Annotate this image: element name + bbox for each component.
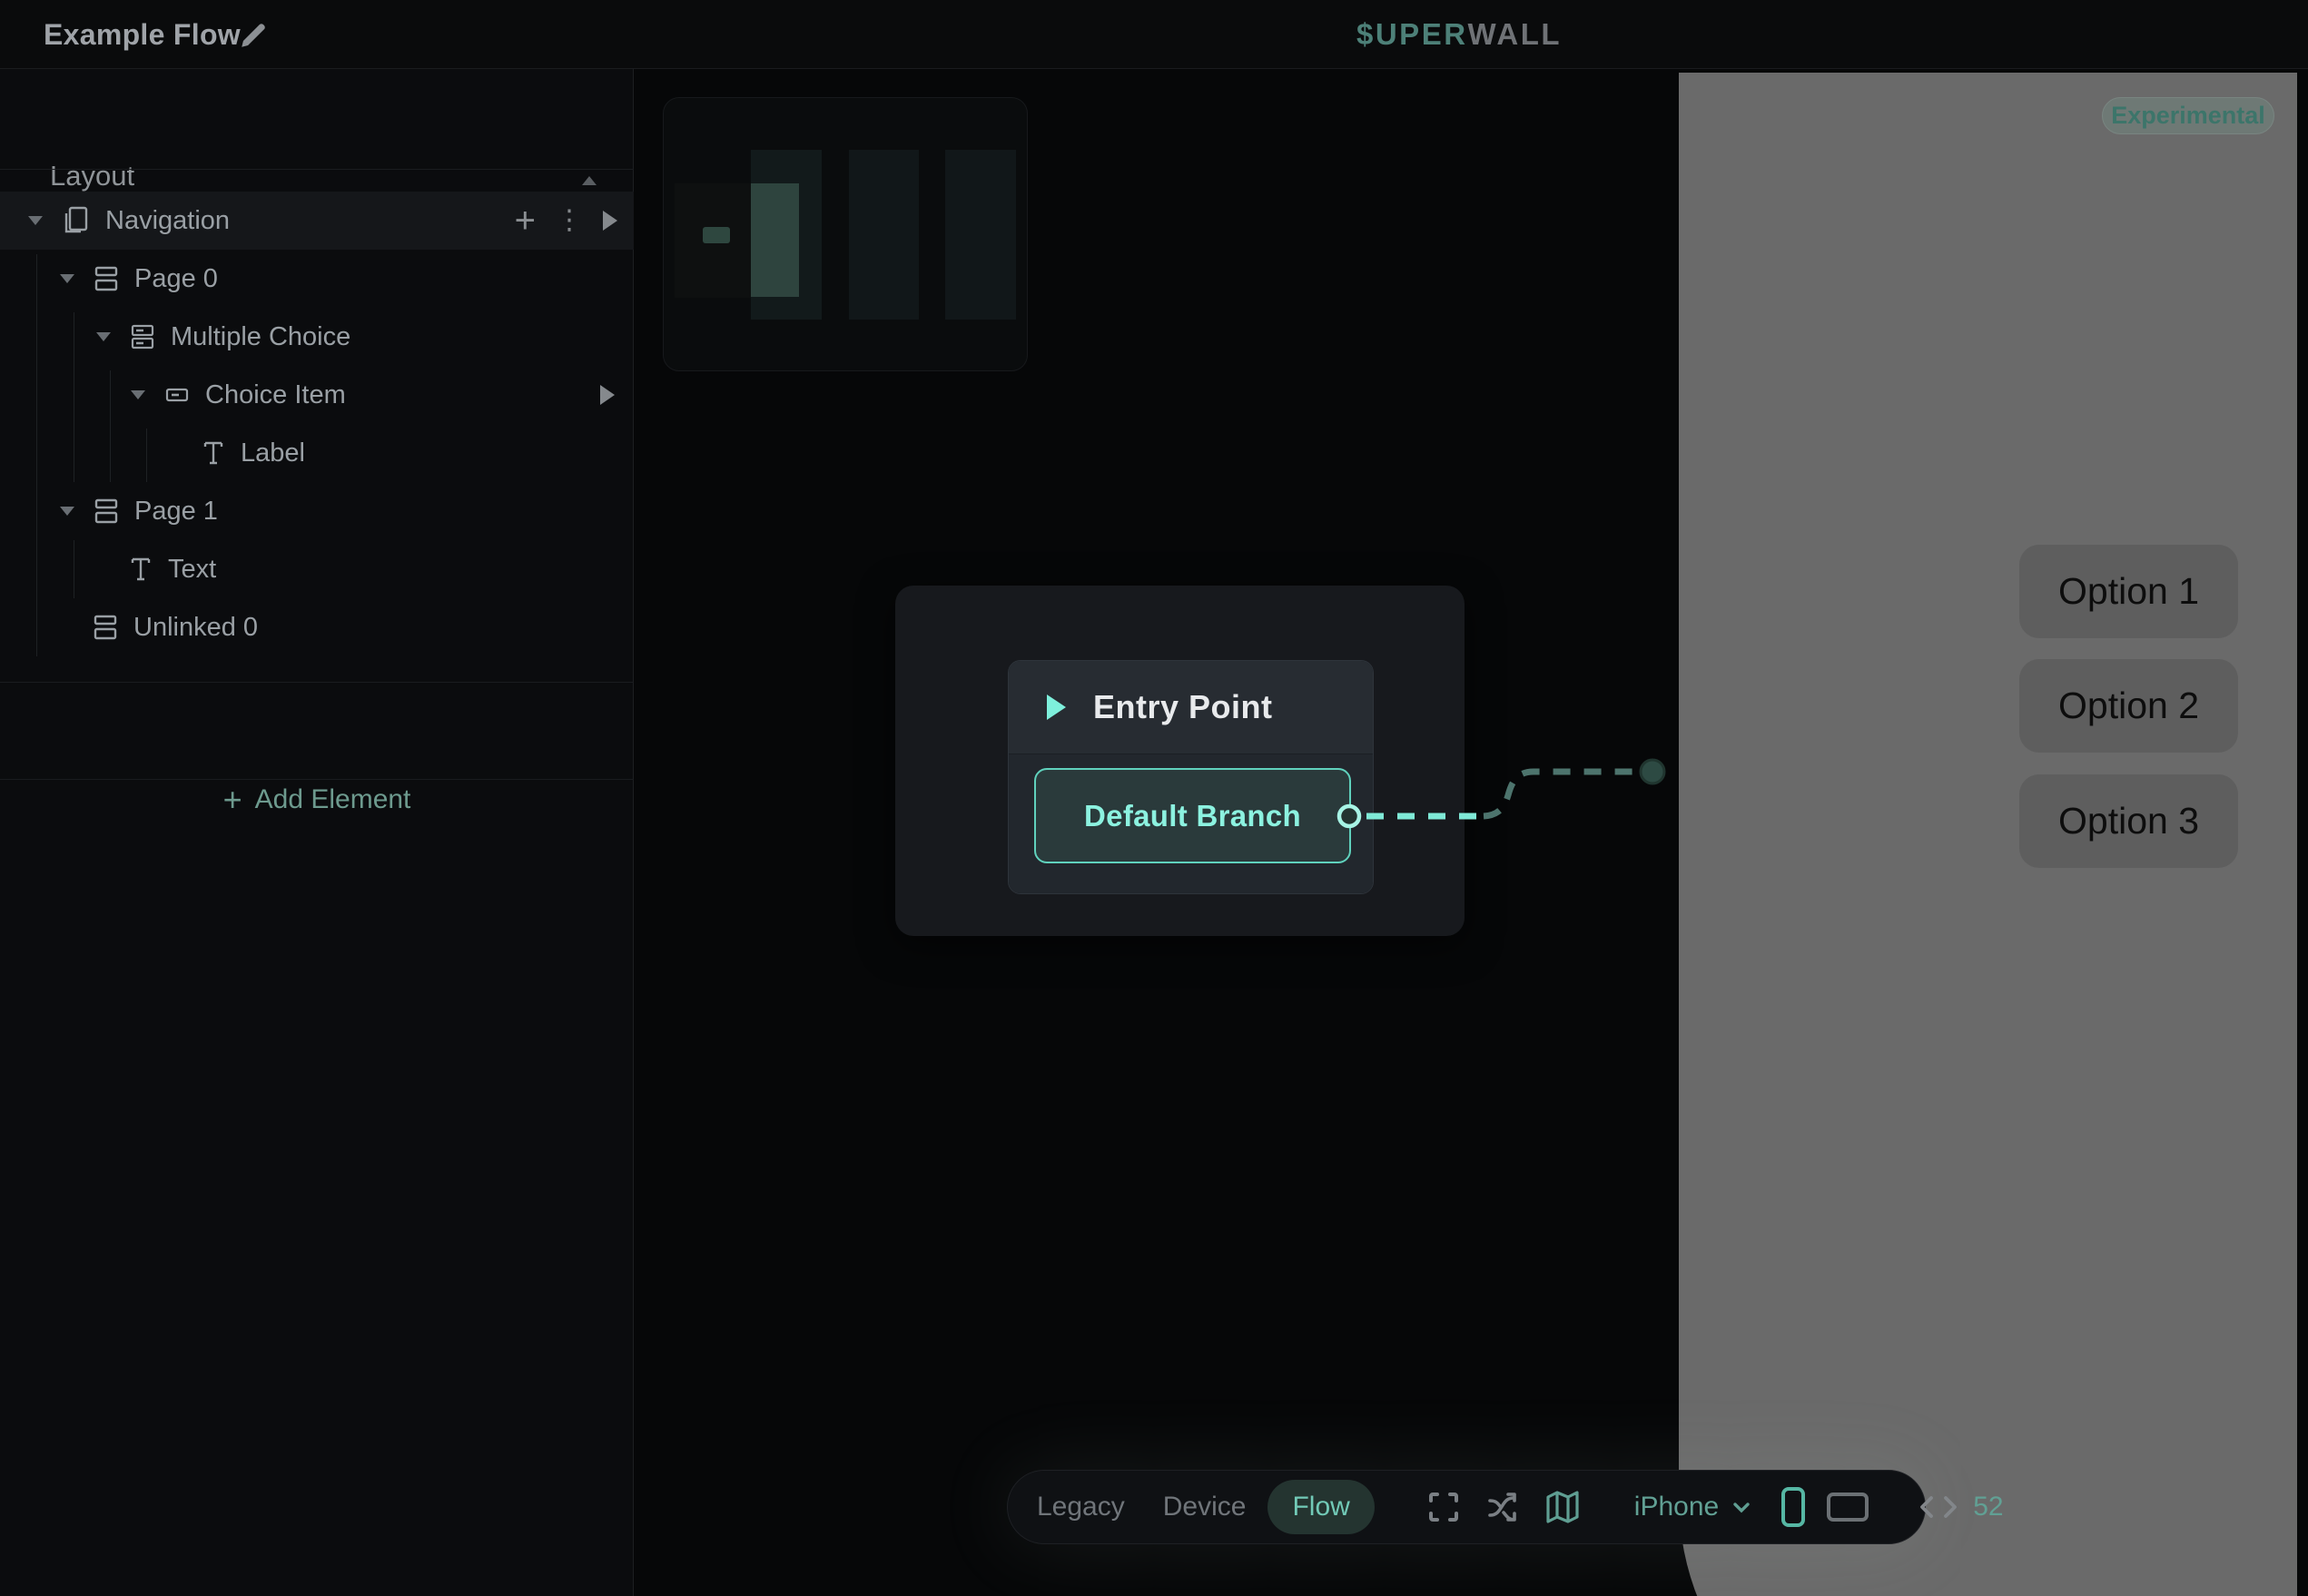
legacy-tab[interactable]: Legacy — [1037, 1492, 1125, 1522]
split-branch-icon[interactable] — [1485, 1489, 1522, 1525]
bottom-toolbar: Legacy Device Flow iPhone — [1007, 1470, 1926, 1544]
tree-label: Page 0 — [134, 264, 218, 294]
device-select[interactable]: iPhone — [1634, 1492, 1719, 1522]
tree-row-label[interactable]: Label — [0, 424, 634, 482]
choice-item-icon — [164, 381, 190, 409]
tree-row-text[interactable]: Text — [0, 540, 634, 598]
option-label: Option 2 — [2058, 685, 2199, 727]
page-icon — [93, 614, 118, 641]
logo-secondary: WALL — [1468, 17, 1562, 52]
caret-down-icon[interactable] — [96, 332, 111, 341]
map-icon[interactable] — [1544, 1489, 1582, 1525]
add-child-icon[interactable]: + — [515, 202, 536, 239]
preview-option-2-button[interactable]: Option 2 — [2019, 659, 2238, 753]
option-label: Option 1 — [2058, 570, 2199, 613]
device-preview-panel: Experimental Option 1 Option 2 Option 3 — [1679, 73, 2297, 1596]
experimental-badge: Experimental — [2102, 97, 2274, 134]
tree-label: Multiple Choice — [171, 322, 350, 352]
play-icon[interactable] — [600, 385, 615, 405]
thumb-column — [849, 150, 919, 320]
experimental-badge-label: Experimental — [2111, 102, 2265, 130]
tree-label: Navigation — [105, 206, 230, 236]
chevron-down-icon[interactable] — [1730, 1495, 1753, 1519]
tree-row-navigation[interactable]: Navigation + ⋮ — [0, 192, 634, 250]
caret-down-icon[interactable] — [60, 507, 74, 516]
option-label: Option 3 — [2058, 800, 2199, 842]
page-icon — [94, 265, 119, 292]
layout-panel-title: Layout — [50, 160, 134, 192]
tree-row-page-1[interactable]: Page 1 — [0, 482, 634, 540]
logo-primary: $UPER — [1356, 17, 1468, 52]
plus-icon: + — [223, 781, 242, 819]
app-root: Example Flow $UPERWALL Layout — [0, 0, 2308, 1596]
caret-down-icon[interactable] — [60, 274, 74, 283]
flow-tab[interactable]: Flow — [1267, 1480, 1374, 1534]
thumb-accent-bar — [751, 183, 799, 297]
multiple-choice-icon — [130, 323, 155, 350]
preview-option-1-button[interactable]: Option 1 — [2019, 545, 2238, 638]
tree-row-multiple-choice[interactable]: Multiple Choice — [0, 308, 634, 366]
tree-label: Page 1 — [134, 497, 218, 527]
entry-point-node: Entry Point Default Branch — [1008, 660, 1374, 894]
stack-icon — [63, 206, 90, 235]
add-element-label: Add Element — [255, 784, 411, 815]
tree-label: Choice Item — [205, 380, 346, 410]
entry-point-label: Entry Point — [1093, 688, 1273, 726]
tree-row-unlinked-0[interactable]: Unlinked 0 — [0, 598, 634, 656]
text-icon — [129, 556, 153, 583]
top-bar: Example Flow $UPERWALL — [0, 0, 2308, 69]
node-body: Default Branch — [1009, 754, 1373, 894]
phone-portrait-icon[interactable] — [1780, 1486, 1806, 1528]
default-branch-label: Default Branch — [1084, 799, 1301, 833]
code-icon[interactable] — [1918, 1494, 1958, 1520]
phone-landscape-icon[interactable] — [1826, 1492, 1869, 1522]
play-icon — [1047, 695, 1066, 720]
default-branch-button[interactable]: Default Branch — [1034, 768, 1351, 863]
entry-point-header[interactable]: Entry Point — [1009, 661, 1373, 754]
text-icon — [202, 439, 225, 467]
caret-down-icon[interactable] — [131, 390, 145, 399]
flow-node-card[interactable]: Entry Point Default Branch — [895, 586, 1465, 936]
device-tab[interactable]: Device — [1163, 1492, 1247, 1522]
divider — [0, 682, 634, 683]
edit-pencil-icon[interactable] — [238, 20, 269, 51]
play-icon[interactable] — [603, 211, 617, 231]
superwall-logo: $UPERWALL — [1356, 0, 1562, 69]
divider — [0, 169, 634, 170]
divider — [0, 779, 634, 780]
layout-sidebar: Layout Navigation + ⋮ — [0, 69, 634, 1596]
flow-title: Example Flow — [44, 0, 241, 69]
caret-down-icon[interactable] — [28, 216, 43, 225]
page-icon — [94, 498, 119, 525]
tree-label: Label — [241, 438, 305, 468]
fullscreen-icon[interactable] — [1425, 1489, 1462, 1525]
preview-option-3-button[interactable]: Option 3 — [2019, 774, 2238, 868]
more-options-icon[interactable]: ⋮ — [556, 207, 583, 234]
thumb-column — [945, 150, 1016, 320]
add-element-button[interactable]: + Add Element — [0, 751, 634, 848]
tree-label: Text — [168, 555, 216, 585]
tree-row-choice-item[interactable]: Choice Item — [0, 366, 634, 424]
tree-label: Unlinked 0 — [133, 613, 258, 643]
thumb-accent-dash — [703, 227, 730, 243]
zoom-level[interactable]: 52 — [1973, 1492, 2003, 1522]
page-thumbnail-card[interactable] — [663, 97, 1028, 371]
tree-row-page-0[interactable]: Page 0 — [0, 250, 634, 308]
